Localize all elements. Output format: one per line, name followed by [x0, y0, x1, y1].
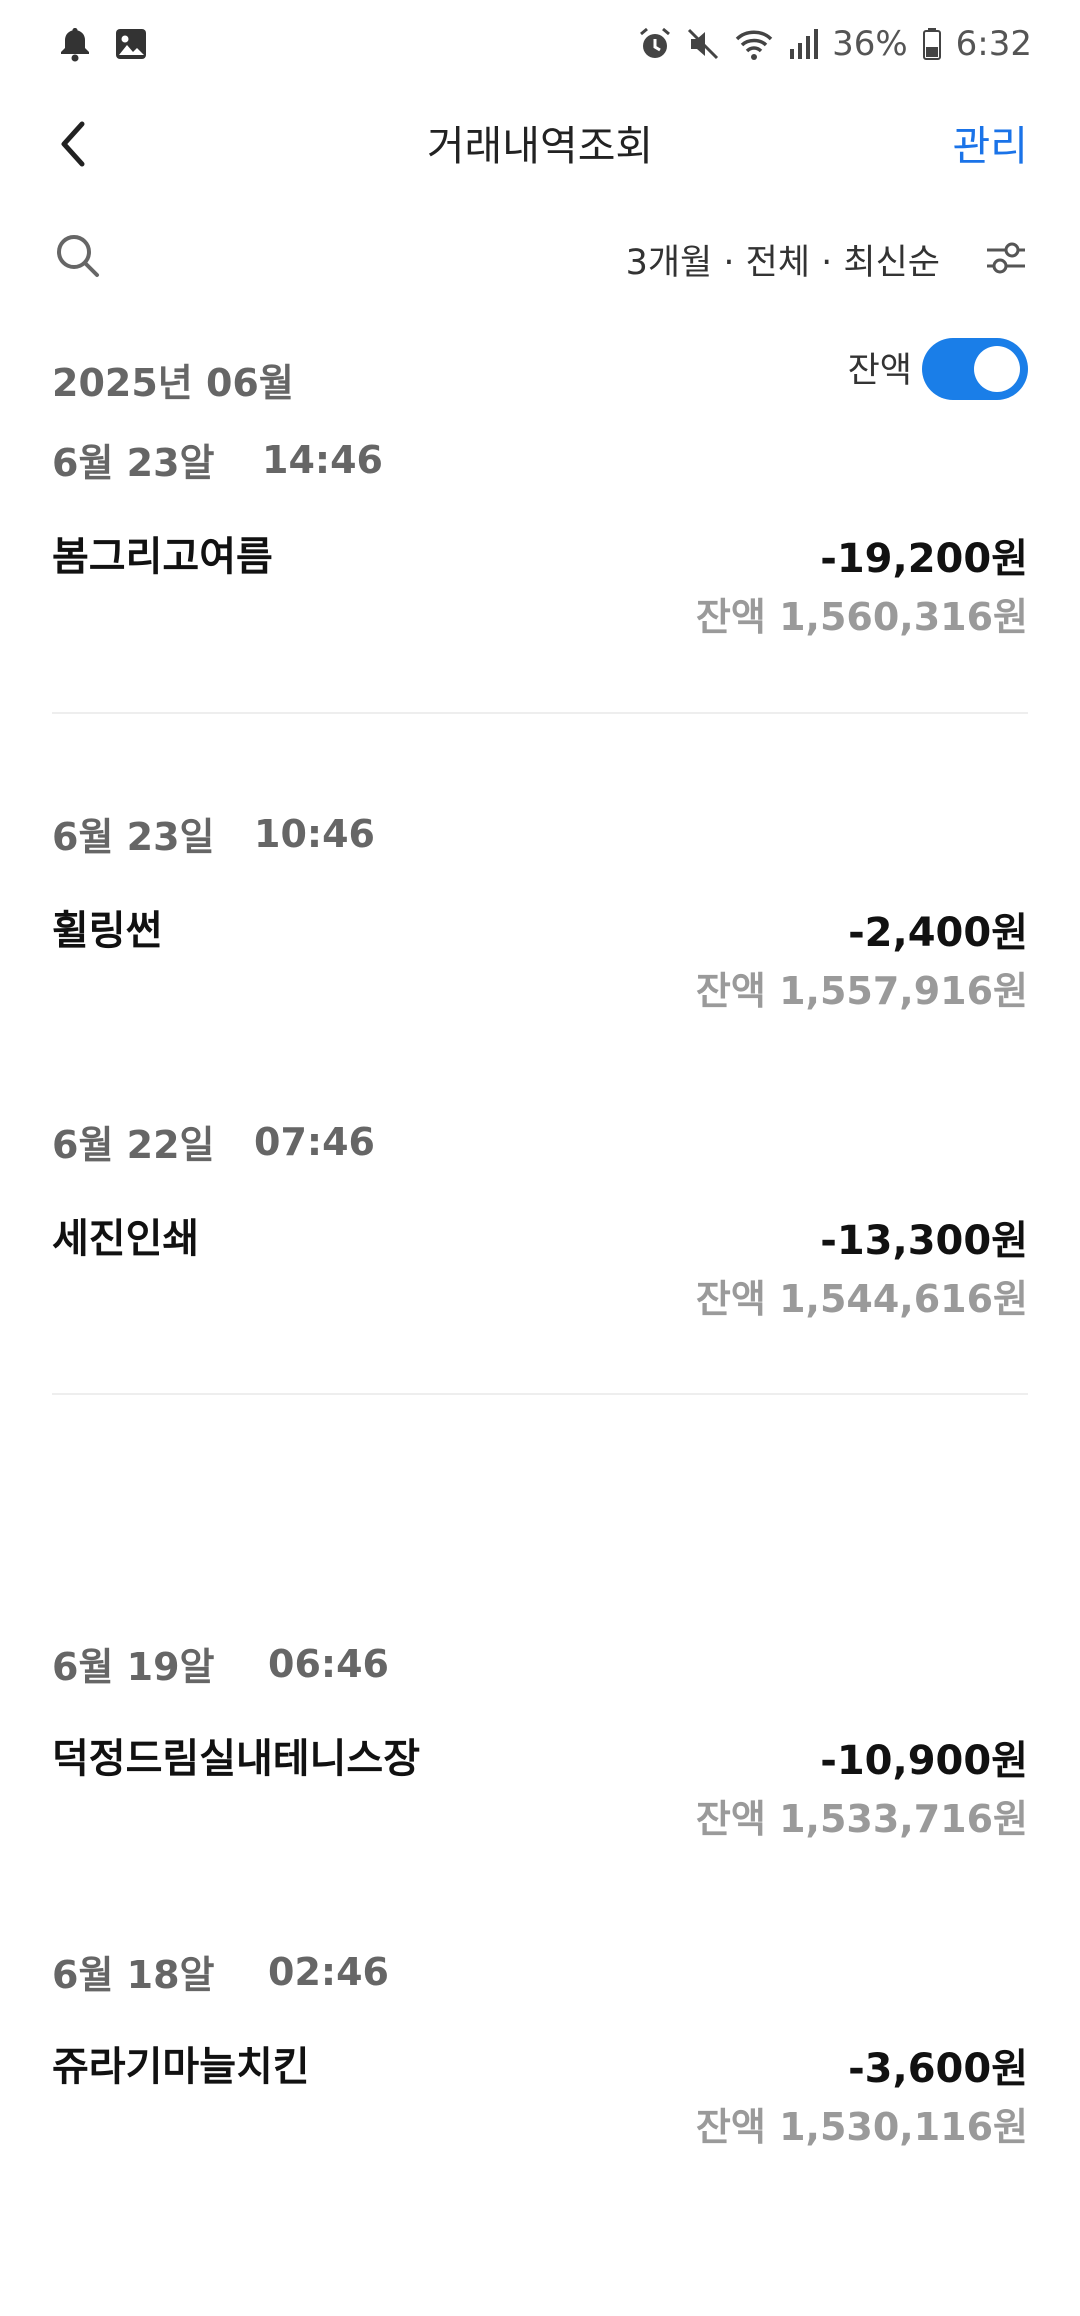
transaction-date: 6월 23일	[52, 815, 215, 859]
month-label: 2025년 06월	[52, 361, 294, 405]
manage-button[interactable]: 관리	[953, 112, 1028, 172]
wifi-icon	[734, 27, 774, 61]
search-button[interactable]	[52, 230, 104, 282]
transaction-merchant[interactable]: 휠링썬	[52, 898, 162, 956]
page-title: 거래내역조회	[426, 122, 654, 170]
transaction-merchant[interactable]: 세진인쇄	[52, 1206, 199, 1264]
alarm-icon	[638, 27, 672, 61]
transaction-balance: 잔액 1,557,916원	[695, 969, 1028, 1013]
transaction-balance: 잔액 1,530,116원	[695, 2105, 1028, 2149]
balance-toggle[interactable]	[922, 338, 1028, 400]
transaction-amount: -10,900원	[820, 1738, 1028, 1784]
search-icon	[57, 235, 99, 277]
transaction-balance: 잔액 1,560,316원	[695, 595, 1028, 639]
status-bar-right: 36% 6:32	[638, 24, 1032, 64]
battery-text: 36%	[832, 24, 908, 64]
transaction-date: 6월 23알	[52, 441, 215, 485]
filter-settings-button[interactable]	[984, 236, 1028, 280]
transaction-amount: -13,300원	[820, 1218, 1028, 1264]
transaction-amount: -19,200원	[820, 536, 1028, 582]
signal-icon	[788, 27, 819, 61]
transaction-time: 07:46	[254, 1120, 375, 1164]
transaction-time: 06:46	[268, 1642, 389, 1686]
transaction-date: 6월 22일	[52, 1123, 215, 1167]
transaction-amount: -3,600원	[848, 2046, 1028, 2092]
transaction-merchant[interactable]: 쥬라기마늘치킨	[52, 2034, 310, 2092]
divider	[52, 1393, 1028, 1395]
transaction-balance: 잔액 1,533,716원	[695, 1797, 1028, 1841]
transaction-date: 6월 18알	[52, 1953, 215, 1997]
toggle-knob	[974, 346, 1020, 392]
transaction-time: 14:46	[262, 438, 383, 482]
clock-time: 6:32	[955, 24, 1032, 64]
bell-icon	[58, 26, 92, 62]
status-bar-left	[58, 26, 148, 62]
divider	[52, 712, 1028, 714]
sliders-icon	[987, 242, 1025, 274]
transaction-date: 6월 19알	[52, 1645, 215, 1689]
balance-toggle-label: 잔액	[847, 351, 912, 391]
transaction-balance: 잔액 1,544,616원	[695, 1277, 1028, 1321]
transaction-time: 10:46	[254, 812, 375, 856]
image-icon	[114, 27, 148, 61]
transaction-merchant[interactable]: 덕정드림실내테니스장	[52, 1726, 420, 1784]
transaction-merchant[interactable]: 봄그리고여름	[52, 524, 273, 582]
transaction-amount: -2,400원	[848, 910, 1028, 956]
filter-summary[interactable]: 3개월 · 전체 · 최신순	[626, 234, 940, 285]
mute-icon	[686, 27, 720, 61]
battery-icon	[922, 27, 942, 61]
transaction-time: 02:46	[268, 1950, 389, 1994]
